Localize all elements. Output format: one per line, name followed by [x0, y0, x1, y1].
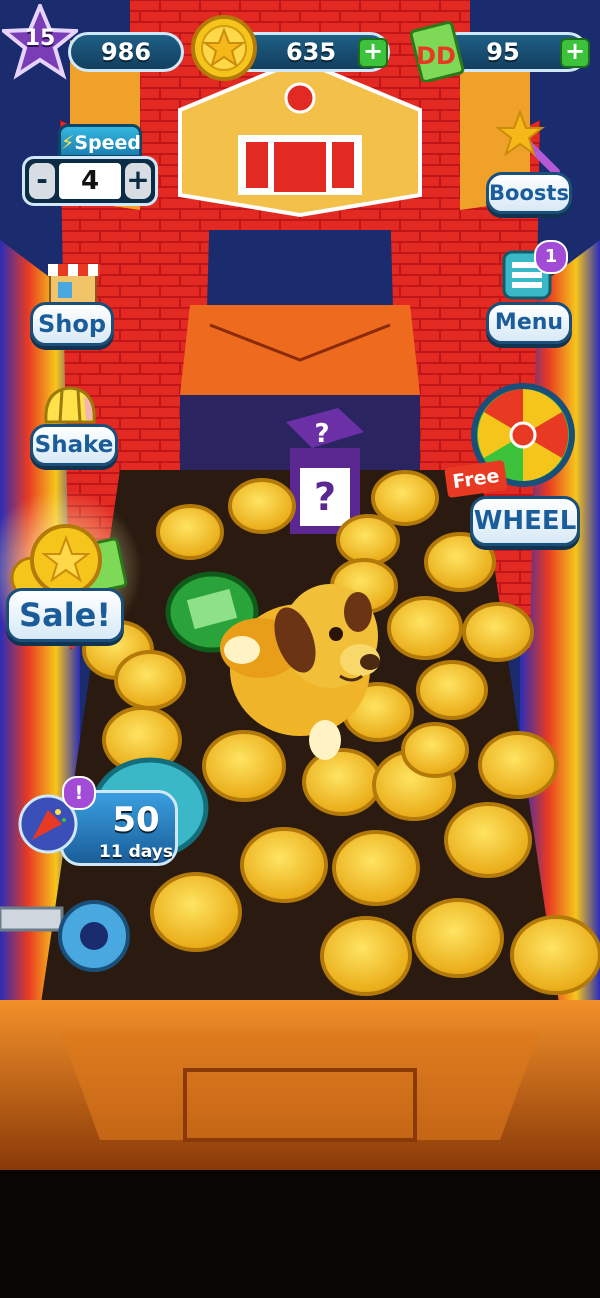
xp-value: 986 [100, 38, 152, 66]
boosts-button[interactable]: Boosts [484, 110, 580, 220]
cash-icon: DD [410, 21, 465, 82]
level-number: 15 [24, 26, 56, 51]
coin-value: 635 [285, 38, 337, 66]
coin-icon [191, 15, 257, 81]
speed-value: 4 [59, 163, 121, 199]
shake-button[interactable]: Shake [30, 378, 120, 468]
lightning-icon: ⚡ [61, 132, 75, 154]
shop-button[interactable]: Shop [30, 258, 120, 348]
shake-icon [44, 386, 96, 424]
add-coins-button[interactable]: + [358, 38, 388, 68]
sale-label: Sale! [6, 588, 124, 642]
free-label: Free [444, 459, 508, 499]
boosts-label: Boosts [486, 172, 572, 214]
event-days: 11 days [99, 842, 173, 862]
speed-increase-button[interactable]: + [125, 163, 151, 199]
shake-label: Shake [30, 424, 118, 466]
sale-button[interactable]: Sale! [4, 516, 134, 646]
menu-label: Menu [486, 302, 572, 344]
speed-stepper: - 4 + [22, 156, 158, 206]
menu-button[interactable]: 1 Menu [484, 240, 584, 350]
add-cash-button[interactable]: + [560, 38, 590, 68]
free-wheel-button[interactable]: Free WHEEL [444, 368, 586, 558]
shop-icon [48, 264, 100, 305]
shop-label: Shop [30, 302, 114, 346]
svg-text:DD: DD [416, 42, 456, 70]
speed-control: ⚡Speed - 4 + [22, 124, 158, 210]
svg-text:?: ? [314, 419, 329, 449]
wheel-label: WHEEL [470, 496, 580, 546]
cash-value: 95 [486, 38, 520, 66]
speed-title: ⚡Speed [58, 124, 142, 158]
magic-wand-icon [495, 110, 560, 176]
sale-coins-icon [10, 524, 128, 596]
speed-label: Speed [74, 132, 142, 154]
event-counter[interactable]: 50 11 days ! [16, 776, 178, 876]
menu-notification-badge: 1 [534, 240, 568, 274]
speed-decrease-button[interactable]: - [29, 163, 55, 199]
event-count: 50 [112, 800, 160, 840]
xp-counter: 986 [68, 32, 184, 72]
event-alert-badge: ! [62, 776, 96, 810]
svg-text:?: ? [314, 475, 336, 519]
